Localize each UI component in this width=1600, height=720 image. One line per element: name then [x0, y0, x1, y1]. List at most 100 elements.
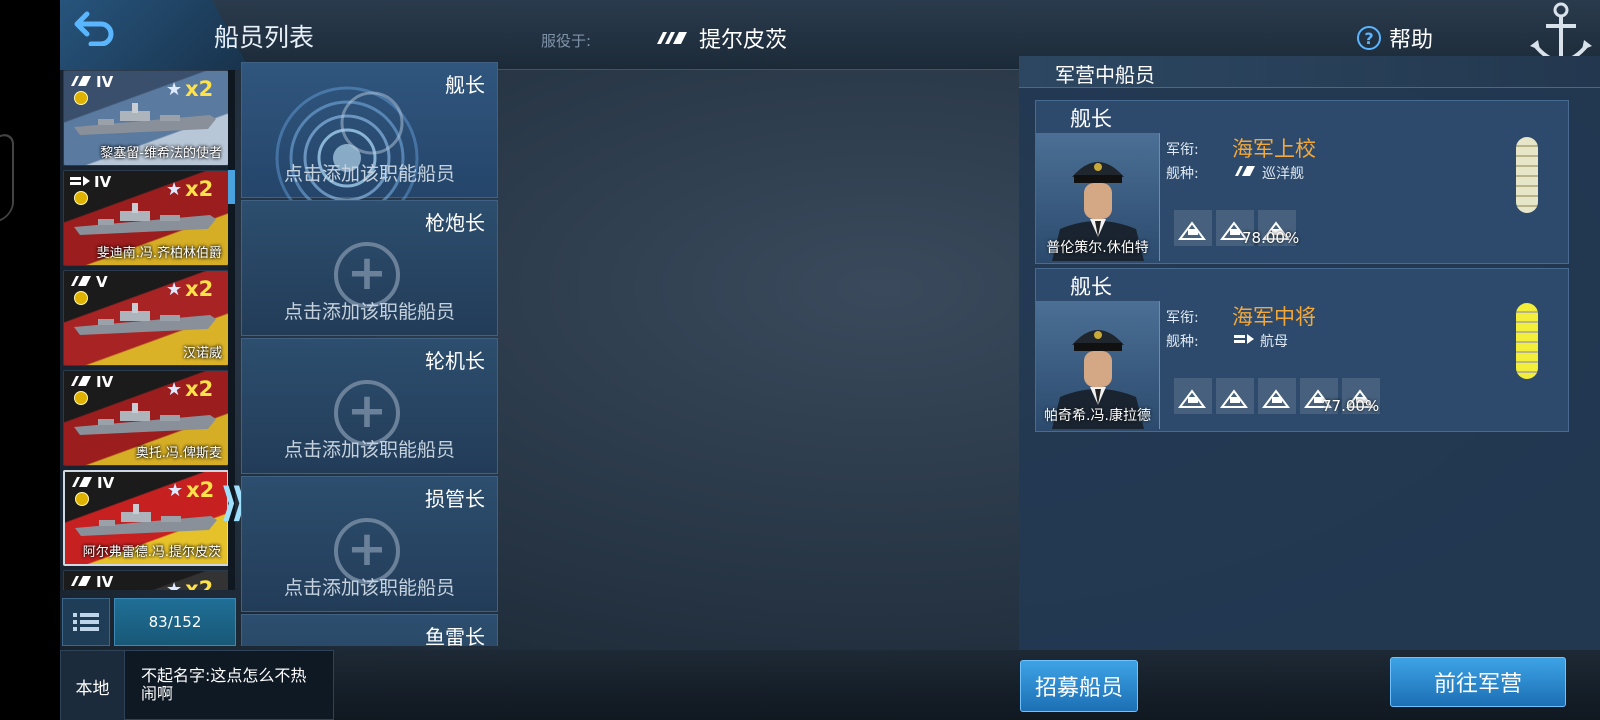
ship-tier: IV: [70, 73, 113, 91]
slot-role: 鱼雷长: [425, 625, 485, 646]
ship-type-text: 巡洋舰: [1262, 166, 1304, 182]
carrier-icon: [1234, 333, 1254, 349]
star-count: ★ x2: [166, 277, 213, 301]
cruiser-icon: [1234, 165, 1256, 181]
barracks-title: 军营中船员: [1055, 63, 1155, 87]
crew-slot[interactable]: 鱼雷长: [241, 614, 498, 646]
crew-slots: 舰长 点击添加该职能船员 + 枪炮长 点击添加该职能船员 + 轮机长 点击添加该职能船员 + 损管…: [241, 62, 498, 646]
ship-type-label: 舰种:: [1166, 334, 1199, 350]
tier-label: IV: [97, 474, 115, 492]
ship-image: [75, 504, 217, 536]
ship-name: 汉诺威: [182, 346, 222, 361]
star-multiplier: x2: [185, 377, 214, 401]
goto-barracks-button[interactable]: 前往军营: [1390, 657, 1566, 707]
barracks-crew-card[interactable]: 舰长 帕奇希.冯.康拉德 军衔: 海军中将 舰种: 航母 77.00%: [1035, 268, 1569, 432]
rank-badge-icon: [74, 391, 88, 405]
crew-slot[interactable]: + 损管长 点击添加该职能船员: [241, 476, 498, 612]
slot-role: 损管长: [425, 487, 485, 511]
slot-hint: 点击添加该职能船员: [283, 163, 455, 185]
star-icon: ★: [166, 178, 183, 200]
crew-rank: 海军上校: [1232, 137, 1316, 161]
star-count: ★ x2: [167, 478, 214, 502]
crew-slot[interactable]: + 枪炮长 点击添加该职能船员: [241, 200, 498, 336]
crew-role: 舰长: [1070, 107, 1112, 131]
tier-label: IV: [96, 373, 114, 391]
barracks-panel: 军营中船员 舰长 普伦策尔.休伯特 军衔: 海军上校 舰种: 巡洋舰 78.00% 舰长 帕奇希…: [1019, 56, 1600, 656]
ship-card[interactable]: IV ★ x2 阿尔弗雷德.冯.提尔皮茨: [63, 470, 229, 566]
tier-label: IV: [96, 573, 114, 590]
chat-bar[interactable]: 本地 不起名字:这点怎么不热闹啊: [60, 650, 334, 720]
slot-hint: 点击添加该职能船员: [283, 439, 455, 461]
back-button[interactable]: [70, 6, 120, 50]
recruit-crew-button[interactable]: 招募船员: [1020, 660, 1138, 712]
star-multiplier: x2: [186, 478, 215, 502]
ship-tier: IV: [70, 573, 113, 590]
slot-hint: 点击添加该职能船员: [283, 301, 455, 323]
star-icon: ★: [166, 378, 183, 400]
ship-card[interactable]: V ★ x2 汉诺威: [63, 270, 229, 366]
skill-percentage: 78.00%: [1242, 229, 1300, 247]
serve-label: 服役于:: [541, 32, 592, 50]
carrier-icon: [70, 173, 90, 191]
chat-message: 不起名字:这点怎么不热闹啊: [141, 666, 307, 703]
ship-type-text: 航母: [1260, 334, 1288, 350]
ship-tier: IV: [70, 373, 113, 391]
rank-label: 军衔:: [1166, 142, 1199, 158]
serving-ship-name: 提尔皮茨: [699, 28, 788, 53]
crew-name: 帕奇希.冯.康拉德: [1044, 408, 1151, 424]
star-multiplier: x2: [185, 277, 214, 301]
ship-tier: IV: [71, 474, 114, 492]
ship-tier: V: [70, 273, 108, 291]
crew-role: 舰长: [1070, 275, 1112, 299]
rank-badge-icon: [74, 91, 88, 105]
battleship-type-icon: [657, 32, 687, 44]
star-count: ★ x2: [166, 377, 213, 401]
ship-card[interactable]: IV ★ x2 斐迪南.冯.齐柏林伯爵: [63, 170, 229, 266]
tier-label: V: [96, 273, 108, 291]
cruiser-icon: [70, 573, 92, 590]
page-title: 船员列表: [214, 23, 315, 52]
star-icon: ★: [166, 278, 183, 300]
ship-name: 斐迪南.冯.齐柏林伯爵: [96, 246, 222, 261]
tier-label: IV: [94, 173, 112, 191]
crew-skill-icon: [1174, 378, 1212, 414]
ship-card[interactable]: IV ★ x2 黎塞留-维希法的使者: [63, 70, 229, 166]
crew-portrait: 帕奇希.冯.康拉德: [1036, 301, 1160, 429]
ship-type-label: 舰种:: [1166, 166, 1199, 182]
star-icon: ★: [167, 479, 184, 501]
ship-image: [74, 303, 216, 335]
cruiser-icon: [71, 474, 93, 492]
help-button[interactable]: ? 帮助: [1357, 22, 1433, 54]
chat-channel-tab[interactable]: 本地: [61, 651, 125, 720]
rank-epaulette-icon: [1516, 137, 1538, 213]
skill-percentage: 77.00%: [1322, 397, 1380, 415]
scrollbar-thumb[interactable]: [228, 170, 235, 204]
slot-role: 舰长: [445, 73, 485, 97]
star-multiplier: x2: [185, 577, 214, 590]
ship-card[interactable]: IV ★ x2: [63, 570, 229, 590]
crew-skill-icon: [1216, 378, 1254, 414]
crew-ship-type: 巡洋舰: [1234, 163, 1304, 183]
rank-badge-icon: [74, 191, 88, 205]
slot-role: 枪炮长: [425, 211, 485, 235]
tier-label: IV: [96, 73, 114, 91]
ship-card[interactable]: IV ★ x2 奥托.冯.俾斯麦: [63, 370, 229, 466]
ship-count: 83/152: [114, 598, 236, 646]
ship-list[interactable]: IV ★ x2 黎塞留-维希法的使者 IV ★ x2 斐迪南.冯.齐柏林伯爵 V ★ x2 汉诺威 IV…: [60, 70, 235, 590]
barracks-crew-card[interactable]: 舰长 普伦策尔.休伯特 军衔: 海军上校 舰种: 巡洋舰 78.00%: [1035, 100, 1569, 264]
rank-label: 军衔:: [1166, 310, 1199, 326]
ship-name: 奥托.冯.俾斯麦: [135, 446, 222, 461]
crew-slot[interactable]: + 轮机长 点击添加该职能船员: [241, 338, 498, 474]
rank-epaulette-icon: [1516, 303, 1538, 379]
star-icon: ★: [166, 578, 183, 591]
list-view-button[interactable]: [62, 598, 110, 646]
crew-slot[interactable]: 舰长点击添加该职能船员: [241, 62, 498, 230]
ship-name: 黎塞留-维希法的使者: [100, 146, 222, 161]
crew-ship-type: 航母: [1234, 331, 1288, 351]
back-arrow-icon: [74, 11, 114, 46]
star-icon: ★: [166, 78, 183, 100]
star-count: ★ x2: [166, 577, 213, 590]
slot-role: 轮机长: [425, 349, 485, 373]
rank-badge-icon: [75, 492, 89, 506]
barracks-header: 军营中船员: [1019, 56, 1600, 88]
